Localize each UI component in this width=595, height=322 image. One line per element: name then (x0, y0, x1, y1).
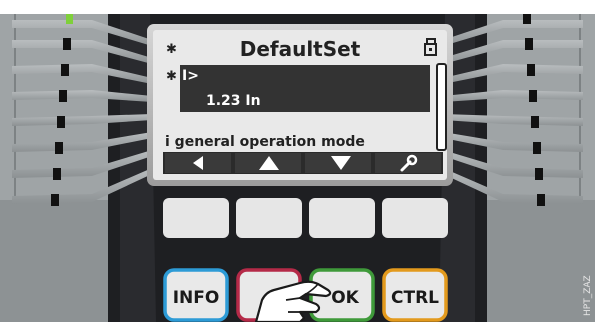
function-key-1[interactable] (163, 198, 229, 238)
lcd-scrollbar[interactable] (436, 63, 447, 151)
softkey-down[interactable] (305, 153, 371, 173)
softkey-left[interactable] (165, 153, 231, 173)
title-marker-icon: ✱ (166, 42, 177, 57)
watermark-text: HPT_ZAZ (583, 275, 593, 316)
param-marker-icon: ✱ (166, 69, 177, 84)
softkey-up[interactable] (235, 153, 301, 173)
info-button-label: INFO (173, 288, 220, 308)
info-line: i general operation mode (165, 134, 365, 150)
function-key-4[interactable] (382, 198, 448, 238)
param-value: 1.23 In (206, 93, 261, 109)
ctrl-button[interactable]: CTRL (382, 268, 448, 322)
ok-button-label: OK (331, 288, 359, 308)
function-key-3[interactable] (309, 198, 375, 238)
info-button[interactable]: INFO (163, 268, 229, 322)
ctrl-button-label: CTRL (391, 288, 439, 308)
param-name: I> (182, 68, 199, 84)
device-front-panel: ✱ DefaultSet ✱ I> 1.23 In i general oper… (0, 14, 595, 322)
led-green-indicator (66, 14, 73, 24)
lcd-title: DefaultSet (240, 37, 361, 61)
softkey-wrench[interactable] (375, 153, 441, 173)
function-key-2[interactable] (236, 198, 302, 238)
